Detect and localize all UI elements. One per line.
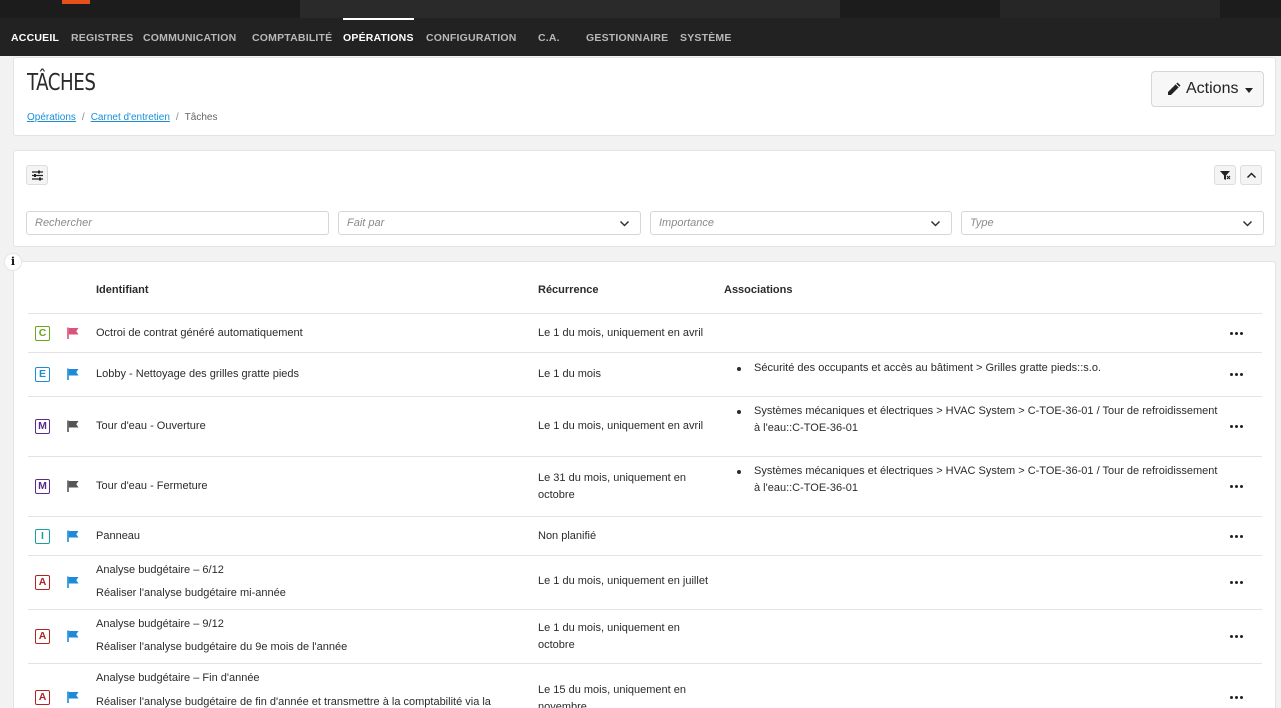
page-title: TÂCHES [27,70,96,96]
flag-icon[interactable] [67,480,79,492]
task-description: Réaliser l'analyse budgétaire mi-année [96,587,286,599]
actions-button[interactable]: Actions [1151,71,1264,107]
flag-icon[interactable] [67,530,79,542]
table-row[interactable]: A Analyse budgétaire – 9/12 Réaliser l'a… [28,609,1262,663]
flag-icon[interactable] [67,368,79,380]
importance-placeholder: Importance [659,217,715,229]
importance-select[interactable]: Importance [650,211,952,235]
search-input[interactable]: Rechercher [26,211,329,235]
filter-settings-button[interactable] [26,165,48,185]
nav-item-registres[interactable]: REGISTRES [71,18,133,56]
type-badge: A [35,575,50,590]
nav-item-comptabilite[interactable]: COMPTABILITÉ [252,18,332,56]
info-icon[interactable]: i [4,253,22,271]
breadcrumb-operations[interactable]: Opérations [27,112,76,123]
actions-label: Actions [1186,80,1239,97]
filter-icon [1220,171,1231,180]
collapse-button[interactable] [1240,165,1262,185]
nav-item-accueil[interactable]: ACCUEIL [11,18,59,56]
chevron-down-icon [930,220,941,227]
flag-icon[interactable] [67,327,79,339]
task-title[interactable]: Analyse budgétaire – 9/12 [96,616,224,633]
row-menu-button[interactable] [1230,635,1246,639]
clear-filter-button[interactable] [1214,165,1236,185]
table-row[interactable]: I Panneau Non planifié [28,516,1262,555]
column-header-identifier[interactable]: Identifiant [96,284,149,296]
task-title[interactable]: Octroi de contrat généré automatiquement [96,325,303,342]
nav-item-operations[interactable]: OPÉRATIONS [343,18,414,56]
row-menu-button[interactable] [1230,373,1246,377]
task-description: Réaliser l'analyse budgétaire de fin d'a… [96,696,491,708]
nav-item-systeme[interactable]: SYSTÈME [680,18,732,56]
row-menu-button[interactable] [1230,535,1246,539]
task-recurrence: Le 15 du mois, uniquement en novembre [538,684,686,708]
task-recurrence: Le 1 du mois, uniquement en octobre [538,622,680,651]
type-badge: M [35,419,50,434]
task-recurrence: Le 1 du mois, uniquement en avril [538,420,704,432]
pencil-icon [1168,82,1181,95]
flag-icon[interactable] [67,691,79,703]
task-recurrence: Non planifié [538,530,597,542]
task-title[interactable]: Lobby - Nettoyage des grilles gratte pie… [96,366,299,383]
type-placeholder: Type [970,217,994,229]
row-menu-button[interactable] [1230,425,1246,429]
task-title[interactable]: Analyse budgétaire – Fin d'année [96,670,260,687]
task-title[interactable]: Analyse budgétaire – 6/12 [96,562,224,579]
table-row[interactable]: C Octroi de contrat généré automatiqueme… [28,313,1262,352]
chevron-down-icon [619,220,630,227]
chevron-down-icon [1242,220,1253,227]
search-placeholder: Rechercher [35,217,92,229]
caret-down-icon [1245,88,1253,93]
chevron-up-icon [1246,172,1257,179]
done-by-select[interactable]: Fait par [338,211,641,235]
done-by-placeholder: Fait par [347,217,385,229]
sliders-icon [32,170,43,181]
task-recurrence: Le 1 du mois [538,368,601,380]
top-banner [0,0,1281,18]
table-row[interactable]: A Analyse budgétaire – Fin d'année Réali… [28,663,1262,708]
page-header: TÂCHES Opérations / Carnet d'entretien / Tâc… [13,57,1276,136]
type-badge: I [35,529,50,544]
type-badge: A [35,629,50,644]
type-badge: M [35,479,50,494]
breadcrumb-carnet[interactable]: Carnet d'entretien [91,112,170,123]
row-menu-button[interactable] [1230,696,1246,700]
column-header-associations[interactable]: Associations [724,284,792,296]
task-recurrence: Le 1 du mois, uniquement en juillet [538,575,708,587]
row-menu-button[interactable] [1230,485,1246,489]
column-header-recurrence[interactable]: Récurrence [538,284,599,296]
row-menu-button[interactable] [1230,581,1246,585]
logo[interactable] [62,0,90,4]
table-row[interactable]: M Tour d'eau - Ouverture Le 1 du mois, u… [28,396,1262,456]
task-recurrence: Le 1 du mois, uniquement en avril [538,327,704,339]
nav-item-gestionnaire[interactable]: GESTIONNAIRE [586,18,668,56]
task-title[interactable]: Tour d'eau - Fermeture [96,478,208,495]
type-badge: E [35,367,50,382]
flag-icon[interactable] [67,630,79,642]
filter-panel: Rechercher Fait par Importance Type [13,150,1276,247]
task-description: Réaliser l'analyse budgétaire du 9e mois… [96,641,348,653]
nav-item-ca[interactable]: C.A. [538,18,560,56]
type-badge: C [35,326,50,341]
flag-icon[interactable] [67,420,79,432]
main-navbar: ACCUEIL REGISTRES COMMUNICATION COMPTABI… [0,18,1281,56]
type-select[interactable]: Type [961,211,1264,235]
nav-item-configuration[interactable]: CONFIGURATION [426,18,516,56]
type-badge: A [35,690,50,705]
table-row[interactable]: E Lobby - Nettoyage des grilles gratte p… [28,352,1262,396]
flag-icon[interactable] [67,576,79,588]
task-title[interactable]: Panneau [96,528,140,545]
table-row[interactable]: A Analyse budgétaire – 6/12 Réaliser l'a… [28,555,1262,609]
table-row[interactable]: M Tour d'eau - Fermeture Le 31 du mois, … [28,456,1262,516]
nav-item-communication[interactable]: COMMUNICATION [143,18,236,56]
task-recurrence: Le 31 du mois, uniquement en octobre [538,472,686,501]
breadcrumb: Opérations / Carnet d'entretien / Tâches [27,112,218,123]
row-menu-button[interactable] [1230,332,1246,336]
breadcrumb-current: Tâches [184,112,218,123]
task-title[interactable]: Tour d'eau - Ouverture [96,418,206,435]
tasks-table: Identifiant Récurrence Associations C Oc… [13,261,1276,708]
